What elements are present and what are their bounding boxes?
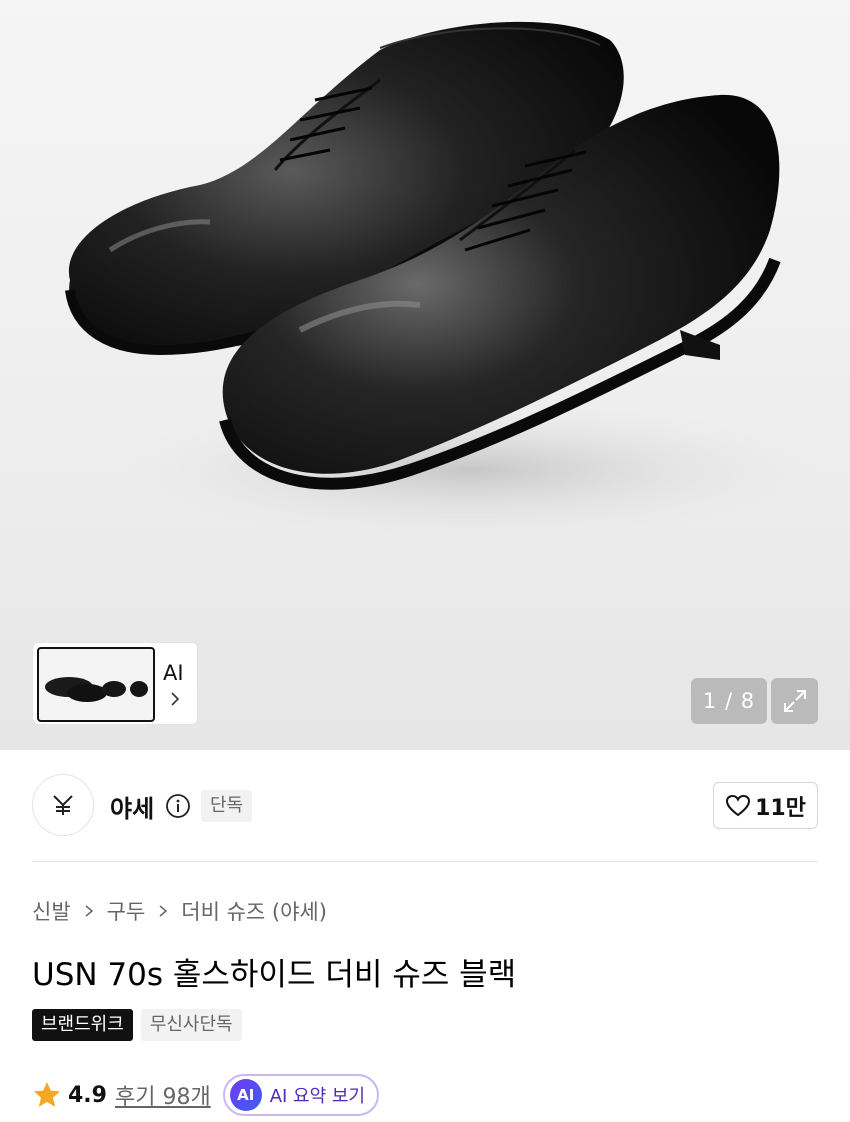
- divider: [32, 861, 818, 862]
- chevron-right-icon: [159, 905, 168, 917]
- star-icon: [34, 1082, 60, 1107]
- brand-logo[interactable]: [32, 774, 94, 836]
- exclusive-badge: 단독: [201, 790, 253, 822]
- product-tags: 브랜드위크 무신사단독: [32, 1009, 242, 1041]
- expand-icon: [783, 690, 806, 712]
- ai-summary-button[interactable]: AI AI 요약 보기: [222, 1074, 380, 1116]
- like-button[interactable]: 11만: [713, 782, 818, 829]
- heart-icon: [726, 794, 751, 816]
- breadcrumb-item-derby-shoes[interactable]: 더비 슈즈 (야세): [181, 896, 327, 926]
- reviews-link[interactable]: 후기 98개: [115, 1079, 211, 1111]
- like-count: 11만: [755, 795, 806, 821]
- ai-summary-label: AI 요약 보기: [269, 1086, 366, 1107]
- brand-name[interactable]: 야세: [110, 789, 154, 824]
- product-title: USN 70s 홀스하이드 더비 슈즈 블랙: [32, 957, 517, 993]
- rating-row: 4.9 후기 98개 AI AI 요약 보기: [32, 1074, 380, 1116]
- ai-thumbnail-label: AI: [163, 661, 184, 685]
- product-image: [65, 21, 830, 540]
- breadcrumb-item-shoes[interactable]: 신발: [32, 896, 71, 926]
- thumbnail-shoes: [45, 677, 148, 702]
- chevron-right-icon: [85, 905, 93, 917]
- rating-value: 4.9: [68, 1082, 107, 1108]
- thumbnail-image[interactable]: [37, 647, 155, 722]
- brand-logo-icon: [53, 795, 73, 815]
- product-image-gallery[interactable]: AI 1 / 8: [0, 0, 850, 750]
- breadcrumb: 신발 구두 더비 슈즈 (야세): [32, 896, 327, 926]
- breadcrumb-item-dress-shoes[interactable]: 구두: [107, 896, 146, 926]
- brand-week-tag: 브랜드위크: [32, 1009, 133, 1041]
- thumbnail-strip[interactable]: AI: [32, 642, 198, 725]
- info-icon[interactable]: [165, 793, 191, 819]
- expand-button[interactable]: [771, 678, 818, 724]
- musinsa-exclusive-tag: 무신사단독: [140, 1009, 242, 1041]
- image-counter: 1 / 8: [691, 678, 767, 724]
- chevron-right-icon: [171, 692, 180, 706]
- ai-icon: AI: [229, 1079, 262, 1111]
